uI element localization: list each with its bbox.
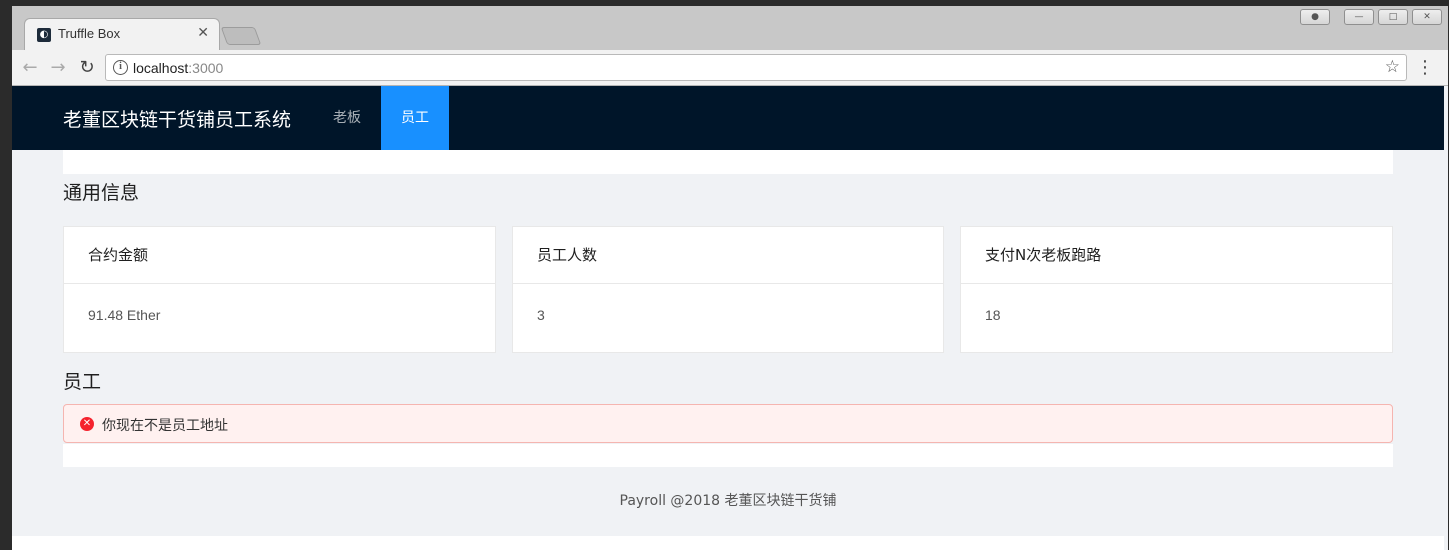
alert-message: 你现在不是员工地址 (102, 418, 228, 434)
payment-runway-card: 支付N次老板跑路 18 (960, 226, 1393, 353)
url-text: localhost:3000 (133, 60, 223, 76)
app-header: 老董区块链干货铺员工系统 老板 员工 (12, 86, 1444, 150)
reload-icon[interactable]: ↻ (75, 56, 99, 80)
back-arrow-icon[interactable]: ← (18, 56, 42, 80)
browser-tab[interactable]: ◐ Truffle Box ✕ (24, 18, 220, 50)
card-title: 支付N次老板跑路 (961, 227, 1392, 284)
card-value: 3 (537, 307, 545, 323)
error-alert: ✕ 你现在不是员工地址 (63, 404, 1393, 443)
general-info-title: 通用信息 (63, 182, 140, 204)
site-info-icon[interactable]: i (113, 60, 128, 75)
app-brand: 老董区块链干货铺员工系统 (63, 109, 292, 131)
card-value: 18 (985, 307, 1001, 323)
app-page: 老董区块链干货铺员工系统 老板 员工 通用信息 合约金额 91.48 Ether… (12, 86, 1444, 550)
tab-title: Truffle Box (58, 26, 121, 41)
page-bottom-strip (12, 536, 1444, 550)
page-footer: Payroll @2018 老董区块链干货铺 (619, 493, 837, 509)
tab-strip: ◐ Truffle Box ✕ ● — □ ✕ (12, 6, 1448, 50)
employee-count-card: 员工人数 3 (512, 226, 944, 353)
employee-section-title: 员工 (63, 371, 102, 393)
card-title: 合约金额 (64, 227, 495, 284)
url-host: localhost (133, 60, 189, 76)
browser-chrome: ◐ Truffle Box ✕ ● — □ ✕ ← → ↻ i localhos… (12, 6, 1448, 86)
error-close-circle-icon: ✕ (80, 417, 94, 431)
contract-balance-card: 合约金额 91.48 Ether (63, 226, 496, 353)
new-tab-button[interactable] (220, 27, 262, 45)
truffle-favicon-icon: ◐ (37, 28, 51, 42)
browser-menu-icon[interactable]: ⋮ (1416, 56, 1434, 80)
browser-window: ◐ Truffle Box ✕ ● — □ ✕ ← → ↻ i localhos… (12, 6, 1448, 550)
minimize-icon[interactable]: — (1344, 9, 1374, 25)
content-top-panel (63, 150, 1393, 174)
card-value: 91.48 Ether (88, 307, 161, 323)
card-title: 员工人数 (513, 227, 943, 284)
profile-icon[interactable]: ● (1300, 9, 1330, 25)
close-tab-icon[interactable]: ✕ (197, 25, 209, 41)
address-bar[interactable]: i localhost:3000 ☆ (105, 54, 1407, 81)
forward-arrow-icon[interactable]: → (46, 56, 70, 80)
bookmark-star-icon[interactable]: ☆ (1385, 57, 1400, 77)
menu-item-boss[interactable]: 老板 (333, 86, 361, 150)
window-controls: ● — □ ✕ (1300, 9, 1442, 25)
menu-item-staff[interactable]: 员工 (381, 86, 449, 150)
content-bottom-panel (63, 444, 1393, 467)
close-window-icon[interactable]: ✕ (1412, 9, 1442, 25)
url-port: :3000 (188, 60, 224, 76)
maximize-icon[interactable]: □ (1378, 9, 1408, 25)
browser-toolbar: ← → ↻ i localhost:3000 ☆ ⋮ (12, 50, 1448, 86)
